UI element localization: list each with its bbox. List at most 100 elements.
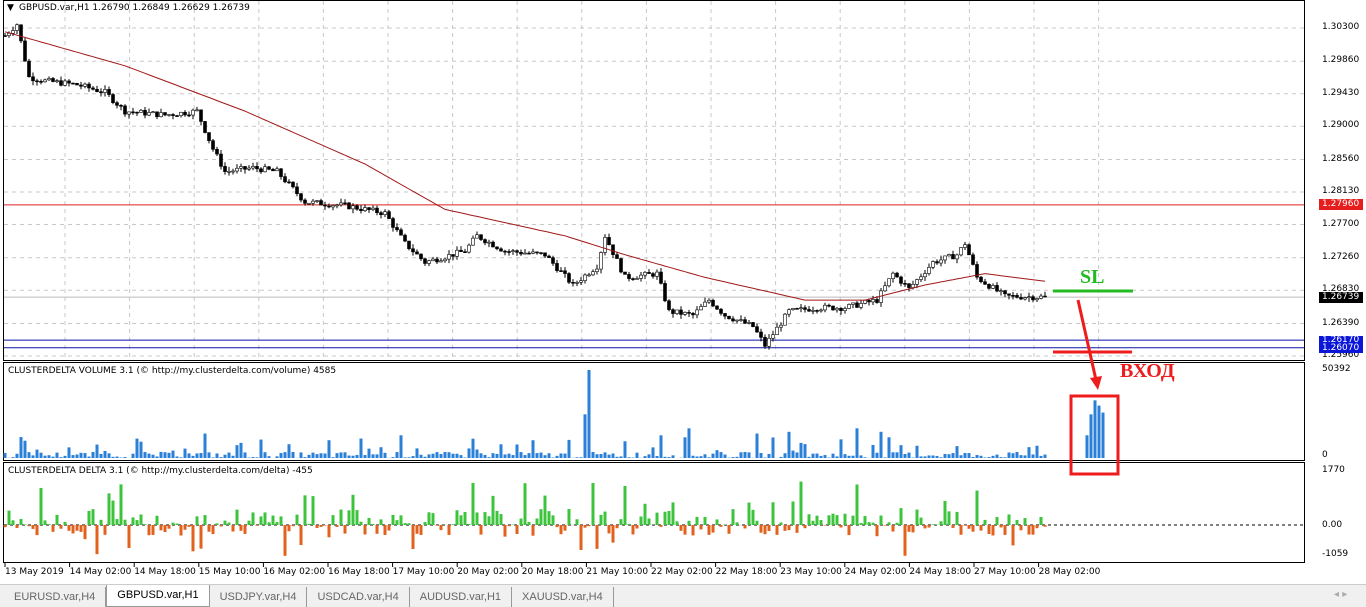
volume-bar — [507, 453, 511, 458]
current-price-tag: 1.26739 — [1319, 292, 1363, 303]
volume-bar — [599, 454, 603, 458]
candle-body — [331, 205, 335, 208]
chart-canvas[interactable] — [0, 0, 1366, 585]
candle-body — [347, 202, 351, 210]
candle-body — [995, 285, 999, 292]
volume-bar — [223, 454, 227, 458]
delta-bar — [351, 494, 355, 525]
candle-body — [115, 102, 119, 106]
delta-bar — [471, 482, 475, 525]
volume-bar — [579, 457, 583, 458]
candle-body — [43, 79, 47, 83]
candle-body — [759, 331, 763, 338]
candle-body — [435, 258, 439, 263]
candle-body — [951, 254, 955, 260]
delta-bar — [163, 525, 167, 533]
candle-body — [903, 283, 907, 285]
volume-bar — [359, 438, 363, 458]
volume-bar — [151, 454, 155, 458]
candle-body — [359, 208, 363, 211]
candle-body — [503, 250, 507, 253]
volume-bar — [647, 454, 651, 458]
volume-bar — [331, 457, 335, 458]
volume-bar — [643, 456, 647, 458]
candle-body — [343, 202, 347, 205]
delta-bar — [83, 525, 87, 540]
volume-bar — [755, 433, 759, 458]
volume-bar — [423, 456, 427, 458]
volume-bar — [99, 453, 103, 458]
chart-menu-icon[interactable]: ▼ — [7, 3, 14, 13]
delta-bar — [143, 524, 147, 525]
delta-bar — [243, 525, 247, 534]
volume-bar — [1019, 455, 1023, 458]
delta-bar — [499, 514, 503, 525]
candle-body — [403, 234, 407, 242]
volume-bar — [547, 453, 551, 458]
volume-bar — [491, 453, 495, 458]
delta-bar — [763, 525, 767, 535]
time-axis-label: 24 May 02:00 — [844, 567, 907, 577]
volume-bar — [719, 452, 723, 458]
volume-min-label: 0 — [1322, 450, 1328, 460]
delta-bar — [67, 525, 71, 531]
delta-bar — [831, 513, 835, 525]
volume-bar — [383, 452, 387, 458]
delta-bar — [711, 525, 715, 533]
volume-bar — [591, 451, 595, 458]
volume-bar — [539, 452, 543, 458]
tab-gbpusd-var-h1[interactable]: GBPUSD.var,H1 — [106, 585, 210, 607]
price-axis-label: 1.26390 — [1322, 317, 1360, 328]
tab-scroll-arrows[interactable]: ◂ ▸ — [1334, 589, 1347, 600]
delta-bar — [543, 495, 547, 525]
volume-bar — [779, 456, 783, 458]
delta-bar — [1015, 519, 1019, 525]
delta-bar — [43, 520, 47, 525]
candle-body — [427, 260, 431, 264]
delta-bar — [775, 525, 779, 535]
candle-body — [527, 252, 531, 255]
candle-body — [483, 239, 487, 244]
delta-bar — [967, 525, 971, 529]
volume-bar — [855, 428, 859, 458]
candle-body — [479, 234, 483, 240]
candle-body — [515, 250, 519, 253]
volume-bar — [747, 452, 751, 458]
delta-bar — [735, 522, 739, 525]
volume-bar — [687, 428, 691, 458]
tab-usdjpy-var-h4[interactable]: USDJPY.var,H4 — [210, 587, 308, 607]
volume-bar — [267, 456, 271, 458]
delta-bar — [863, 516, 867, 525]
delta-bar — [983, 519, 987, 525]
candle-body — [59, 80, 63, 86]
volume-bar — [1089, 414, 1093, 458]
volume-bar — [95, 444, 99, 458]
volume-bar — [395, 452, 399, 458]
tab-xauusd-var-h4[interactable]: XAUUSD.var,H4 — [512, 587, 614, 607]
volume-bar — [931, 455, 935, 458]
candle-body — [719, 308, 723, 314]
delta-bar — [179, 525, 183, 536]
tab-usdcad-var-h4[interactable]: USDCAD.var,H4 — [307, 587, 410, 607]
delta-bar — [1011, 525, 1015, 546]
candle-body — [491, 241, 495, 248]
delta-bar — [215, 523, 219, 525]
delta-bar — [755, 520, 759, 525]
volume-bar — [863, 457, 867, 458]
volume-bar — [799, 442, 803, 458]
delta-bar — [367, 517, 371, 525]
volume-bar — [411, 456, 415, 458]
delta-indicator-title: CLUSTERDELTA DELTA 3.1 (© http://my.clus… — [8, 466, 313, 476]
volume-bar — [915, 445, 919, 458]
tab-eurusd-var-h4[interactable]: EURUSD.var,H4 — [4, 587, 107, 607]
volume-bar — [11, 457, 15, 458]
candle-body — [3, 35, 7, 37]
volume-bar — [207, 452, 211, 458]
delta-bar — [803, 525, 807, 529]
tab-audusd-var-h1[interactable]: AUDUSD.var,H1 — [410, 587, 513, 607]
candle-body — [607, 237, 611, 246]
volume-bar — [155, 456, 159, 458]
delta-bar — [323, 525, 327, 526]
candle-body — [743, 319, 747, 324]
candle-body — [543, 252, 547, 257]
